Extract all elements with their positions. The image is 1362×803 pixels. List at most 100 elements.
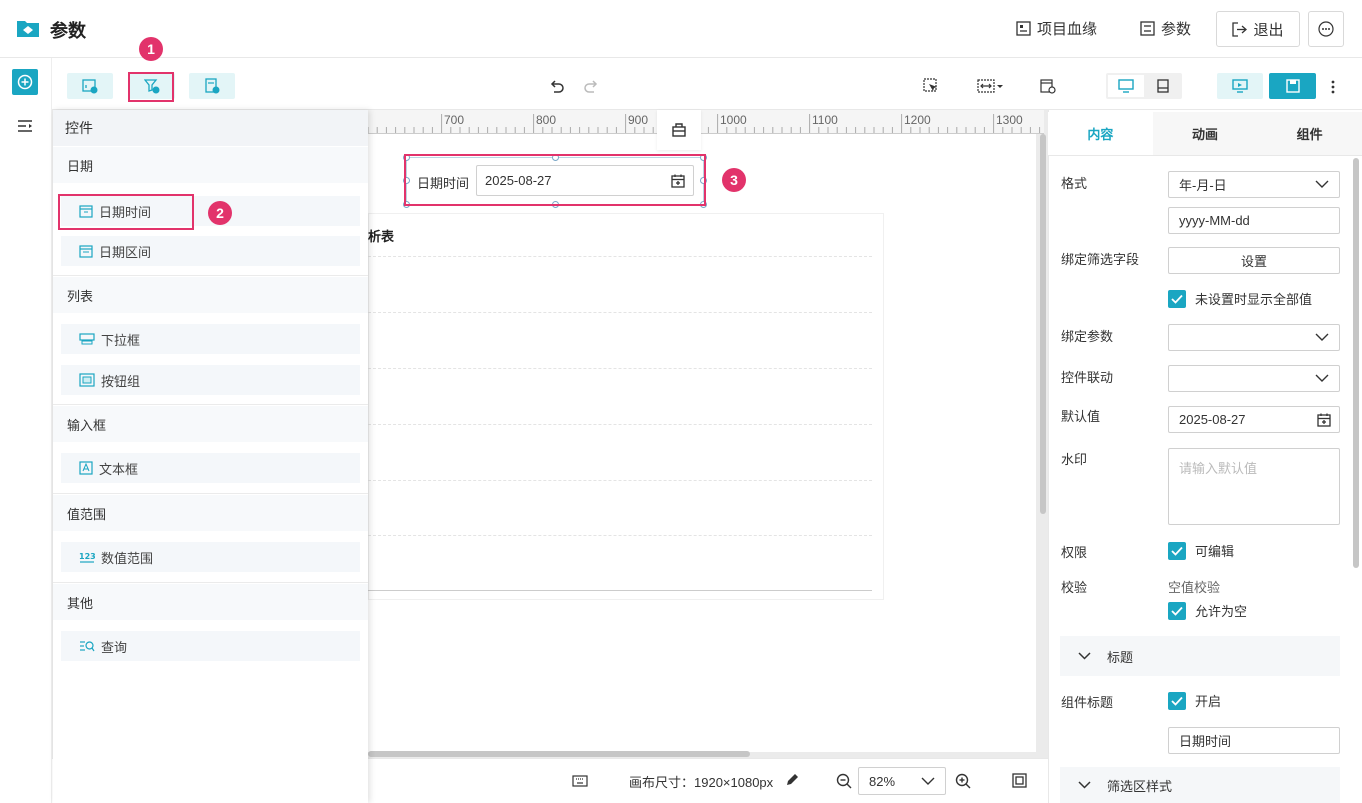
exit-button[interactable]: 退出 — [1216, 11, 1300, 47]
params-button[interactable]: 参数 — [1140, 18, 1191, 39]
preview-icon — [1232, 79, 1248, 93]
align-distribute-button[interactable] — [975, 73, 1005, 99]
undo-icon — [549, 78, 565, 94]
watermark-placeholder: 请输入默认值 — [1179, 461, 1258, 476]
zoom-in-icon — [955, 773, 971, 789]
title-section-toggle[interactable]: 标题 — [1060, 636, 1340, 676]
ruler-tick-label: 800 — [536, 113, 557, 127]
more-dots-icon — [1318, 21, 1334, 37]
layer-settings-button[interactable] — [1033, 73, 1063, 99]
control-item-label: 查询 — [101, 639, 128, 655]
page-title: 参数 — [50, 21, 86, 41]
component-title-value: 日期时间 — [1179, 734, 1232, 749]
toolbox-icon — [671, 122, 687, 138]
checkmark-icon — [1168, 691, 1186, 710]
number-range-icon: 123 — [79, 550, 95, 564]
table-component[interactable] — [368, 213, 884, 600]
properties-scrollbar[interactable] — [1353, 158, 1359, 568]
zoom-in-button[interactable] — [955, 773, 971, 789]
edit-pen-icon — [785, 773, 799, 787]
preview-button[interactable] — [1217, 73, 1263, 99]
format-pattern-input[interactable]: yyyy-MM-dd — [1168, 207, 1340, 234]
linkage-select[interactable] — [1168, 365, 1340, 392]
checkmark-icon — [1168, 289, 1186, 308]
tab-content[interactable]: 内容 — [1048, 112, 1153, 155]
control-item-number-range[interactable]: 123 数值范围 — [61, 542, 360, 572]
toolbox-button[interactable] — [657, 110, 701, 150]
chevron-down-icon — [1078, 652, 1091, 660]
add-component-button[interactable] — [189, 73, 235, 99]
step-badge-3: 3 — [722, 168, 746, 192]
filter-style-section-toggle[interactable]: 筛选区样式 — [1060, 767, 1340, 803]
chevron-down-icon — [1078, 781, 1091, 789]
save-button[interactable] — [1269, 73, 1316, 99]
control-item-textbox[interactable]: 文本框 — [61, 453, 360, 483]
redo-button[interactable] — [576, 73, 606, 99]
canvas-vertical-scrollbar[interactable] — [1040, 134, 1046, 514]
zoom-select[interactable]: 82% — [858, 767, 946, 795]
linkage-label: 控件联动 — [1061, 370, 1114, 385]
table-row-divider — [368, 535, 872, 536]
component-title-input[interactable]: 日期时间 — [1168, 727, 1340, 754]
control-panel-header: 控件 — [53, 110, 368, 146]
canvas-size-label: 画布尺寸：1920×1080px — [629, 775, 774, 790]
control-item-label: 按钮组 — [101, 373, 141, 389]
outline-button[interactable] — [17, 119, 33, 133]
tab-component[interactable]: 组件 — [1257, 112, 1362, 155]
default-value-label: 默认值 — [1061, 409, 1101, 424]
enable-title-label: 开启 — [1195, 694, 1222, 709]
control-item-button-group[interactable]: 按钮组 — [61, 365, 360, 395]
set-button-label: 设置 — [1240, 254, 1267, 269]
keyboard-icon — [572, 775, 588, 787]
select-cursor-icon — [923, 78, 939, 94]
fit-screen-button[interactable] — [1012, 773, 1027, 788]
add-chart-button[interactable] — [67, 73, 113, 99]
control-item-label: 数值范围 — [101, 550, 154, 566]
watermark-textarea[interactable]: 请输入默认值 — [1168, 448, 1340, 525]
add-chart-icon — [82, 78, 98, 94]
calendar-icon — [1317, 413, 1331, 427]
project-lineage-button[interactable]: 项目血缘 — [1016, 18, 1097, 39]
undo-button[interactable] — [542, 73, 572, 99]
null-check-label: 空值校验 — [1168, 580, 1221, 595]
mobile-view-button[interactable] — [1146, 75, 1180, 97]
calendar-range-icon — [79, 244, 93, 258]
group-title-list: 列表 — [53, 277, 368, 313]
set-bind-field-button[interactable]: 设置 — [1168, 247, 1340, 274]
tablet-icon — [1157, 79, 1169, 93]
permission-label: 权限 — [1061, 545, 1088, 560]
editable-checkbox[interactable]: 可编辑 — [1168, 541, 1234, 560]
control-item-query[interactable]: 查询 — [61, 631, 360, 661]
bind-field-label: 绑定筛选字段 — [1061, 252, 1140, 267]
datetime-widget-highlight — [404, 154, 706, 206]
enable-title-checkbox[interactable]: 开启 — [1168, 691, 1221, 710]
format-pattern-value: yyyy-MM-dd — [1179, 213, 1250, 228]
group-separator — [53, 582, 368, 583]
add-element-button[interactable] — [12, 69, 38, 95]
params-icon — [1140, 21, 1155, 36]
default-value-input[interactable]: 2025-08-27 — [1168, 406, 1340, 433]
exit-label: 退出 — [1253, 21, 1284, 39]
group-title-date: 日期 — [53, 147, 368, 183]
tab-animation[interactable]: 动画 — [1153, 112, 1258, 155]
table-row-divider — [368, 312, 872, 313]
edit-canvas-size-button[interactable] — [785, 773, 799, 787]
more-options-button[interactable] — [1308, 11, 1344, 47]
ruler-tick-label: 700 — [444, 113, 465, 127]
control-item-dropdown[interactable]: 下拉框 — [61, 324, 360, 354]
bind-param-select[interactable] — [1168, 324, 1340, 351]
control-item-date-range[interactable]: 日期区间 — [61, 236, 360, 266]
canvas-horizontal-scrollbar[interactable] — [368, 751, 750, 757]
allow-null-checkbox[interactable]: 允许为空 — [1168, 601, 1247, 620]
show-all-checkbox[interactable]: 未设置时显示全部值 — [1168, 289, 1312, 308]
select-tool-button[interactable] — [916, 73, 946, 99]
group-separator — [53, 275, 368, 276]
zoom-out-button[interactable] — [836, 773, 852, 789]
format-select[interactable]: 年-月-日 — [1168, 171, 1340, 198]
toolbar-more-button[interactable] — [1327, 77, 1339, 97]
desktop-view-button[interactable] — [1108, 75, 1144, 97]
keyboard-shortcuts-button[interactable] — [572, 775, 588, 787]
validate-label: 校验 — [1061, 580, 1088, 595]
app-folder-icon — [16, 17, 40, 39]
exit-icon — [1232, 21, 1248, 37]
